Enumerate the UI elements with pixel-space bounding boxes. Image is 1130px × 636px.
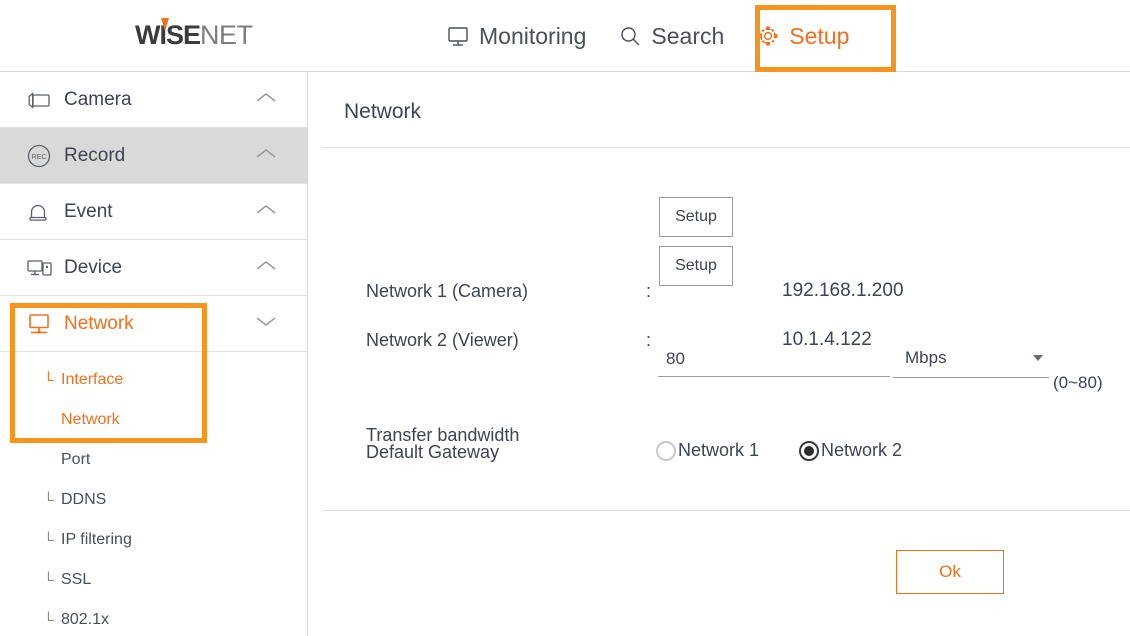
gateway-option-network1[interactable]: Network 1 [656, 440, 759, 461]
bandwidth-unit-select[interactable]: Mbps [893, 346, 1049, 378]
label-network1: Network 1 (Camera) [366, 281, 528, 302]
sidebar-label-ddns: DDNS [61, 491, 106, 509]
tree-branch-icon: └ [43, 613, 61, 628]
chevron-up-icon[interactable] [255, 259, 277, 277]
gateway-option-network2[interactable]: Network 2 [799, 440, 902, 461]
nav-label-setup: Setup [789, 23, 849, 50]
sidebar-item-interface[interactable]: └ Interface [0, 360, 307, 400]
label-default-gateway: Default Gateway [366, 442, 499, 463]
ok-button[interactable]: Ok [896, 550, 1004, 594]
monitor-icon [446, 24, 470, 48]
nav-label-monitoring: Monitoring [479, 23, 586, 50]
nav-item-search[interactable]: Search [602, 0, 740, 72]
svg-text:REC: REC [32, 154, 47, 161]
sidebar-item-device[interactable]: Device [0, 240, 307, 296]
chevron-up-icon[interactable] [255, 147, 277, 165]
sidebar-label-8021x: 802.1x [61, 611, 109, 629]
default-gateway-radio-group: Network 1 Network 2 [656, 440, 902, 461]
gateway-label-network1: Network 1 [678, 440, 759, 461]
nav-item-monitoring[interactable]: Monitoring [430, 0, 602, 72]
network2-setup-button[interactable]: Setup [659, 246, 733, 286]
sidebar-subitems: └ Interface Network Port └ DDNS └ IP fil… [0, 360, 307, 636]
chevron-up-icon[interactable] [255, 203, 277, 221]
radio-checked-icon [799, 441, 819, 461]
app-root: WISE NET Monitoring [0, 0, 1130, 636]
divider-bottom [322, 510, 1130, 511]
camera-icon [26, 91, 56, 109]
sidebar-label-network: Network [64, 313, 134, 335]
sidebar-item-ddns[interactable]: └ DDNS [0, 480, 307, 520]
sidebar-label-ssl: SSL [61, 571, 91, 589]
sidebar-item-network[interactable]: Network [0, 296, 307, 352]
nav-label-search: Search [651, 23, 724, 50]
sidebar: Camera REC Record [0, 72, 308, 636]
bandwidth-unit-value: Mbps [905, 348, 947, 368]
page-title: Network [344, 100, 421, 124]
tree-branch-icon: └ [43, 533, 61, 548]
main-content: Network Network 1 (Camera) : Setup 192.1… [309, 72, 1130, 636]
sidebar-label-ip-filtering: IP filtering [61, 531, 132, 549]
tree-branch-icon: └ [43, 573, 61, 588]
transfer-bandwidth-input[interactable] [658, 346, 890, 377]
sidebar-item-interface-port[interactable]: Port [0, 440, 307, 480]
chevron-down-icon[interactable] [255, 315, 277, 333]
network1-ip-value: 192.168.1.200 [782, 280, 904, 302]
sidebar-label-record: Record [64, 145, 125, 167]
sidebar-label-interface-port: Port [61, 451, 90, 469]
alarm-icon [26, 201, 56, 223]
gateway-label-network2: Network 2 [821, 440, 902, 461]
chevron-down-icon [1033, 355, 1043, 361]
sidebar-item-8021x[interactable]: └ 802.1x [0, 600, 307, 636]
bandwidth-range-hint: (0~80) [1053, 373, 1103, 393]
colon-network2: : [646, 330, 651, 351]
sidebar-label-interface: Interface [61, 371, 123, 389]
logo-accent-mark [161, 18, 169, 31]
device-icon [26, 257, 56, 279]
top-bar: WISE NET Monitoring [0, 0, 1130, 72]
search-icon [618, 24, 642, 48]
network1-setup-button[interactable]: Setup [659, 197, 733, 237]
sidebar-item-interface-network[interactable]: Network [0, 400, 307, 440]
sidebar-item-ssl[interactable]: └ SSL [0, 560, 307, 600]
sidebar-label-device: Device [64, 257, 122, 279]
label-network2: Network 2 (Viewer) [366, 330, 519, 351]
sidebar-label-interface-network: Network [61, 411, 120, 429]
sidebar-item-event[interactable]: Event [0, 184, 307, 240]
sidebar-item-camera[interactable]: Camera [0, 72, 307, 128]
tree-branch-icon: └ [43, 373, 61, 388]
network-monitor-icon [26, 312, 56, 336]
gear-icon [756, 24, 780, 48]
logo-secondary-text: NET [200, 20, 253, 51]
sidebar-label-event: Event [64, 201, 113, 223]
top-navigation: Monitoring Search [430, 0, 865, 72]
chevron-up-icon[interactable] [255, 91, 277, 109]
tree-branch-icon: └ [43, 493, 61, 508]
nav-item-setup[interactable]: Setup [740, 0, 865, 72]
wisenet-logo: WISE NET [135, 21, 253, 49]
sidebar-item-ip-filtering[interactable]: └ IP filtering [0, 520, 307, 560]
sidebar-item-record[interactable]: REC Record [0, 128, 307, 184]
rec-icon: REC [26, 143, 56, 169]
sidebar-label-camera: Camera [64, 89, 132, 111]
radio-unchecked-icon [656, 441, 676, 461]
divider-top [322, 147, 1130, 148]
colon-network1: : [646, 281, 651, 302]
logo-primary: WISE [135, 20, 200, 51]
